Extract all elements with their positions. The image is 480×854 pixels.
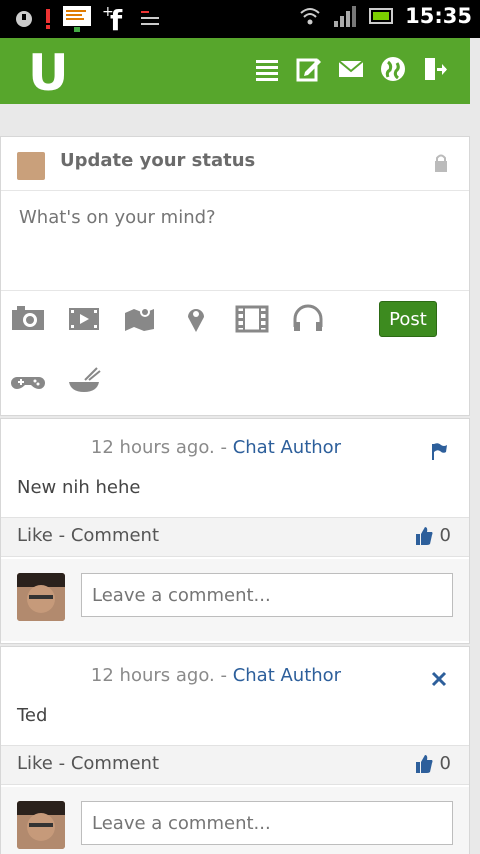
mail-icon[interactable] [338, 56, 364, 82]
post-text: Ted [17, 705, 48, 726]
post-text: New nih hehe [17, 477, 141, 498]
notification-icons: f + [14, 4, 160, 34]
globe-icon[interactable] [380, 56, 406, 82]
app-header: U [0, 38, 470, 104]
signal-icon [334, 6, 357, 27]
status-header: Update your status [1, 137, 469, 191]
wifi-icon [300, 8, 320, 25]
app-logo[interactable]: U [28, 44, 69, 102]
post-actions: Like - Comment 0 [1, 517, 469, 557]
silent-icon [16, 11, 32, 27]
alert-icon [46, 9, 50, 29]
like-count: 0 [439, 525, 451, 546]
comment-row [1, 787, 469, 854]
like-icon[interactable] [415, 754, 433, 774]
map-icon[interactable] [123, 303, 157, 333]
post-meta: 12 hours ago. - Chat Author [1, 437, 431, 458]
status-input[interactable] [1, 191, 469, 291]
like-count: 0 [439, 753, 451, 774]
video-icon[interactable] [67, 303, 101, 333]
feed-item: 12 hours ago. - Chat Author Ted Like - C… [0, 646, 470, 854]
post-author[interactable]: Chat Author [233, 665, 341, 686]
post-meta: 12 hours ago. - Chat Author [1, 665, 431, 686]
logout-icon[interactable] [422, 56, 448, 82]
tasks-icon [141, 11, 159, 25]
avatar [17, 801, 65, 849]
feed-item: 12 hours ago. - Chat Author New nih hehe… [0, 418, 470, 644]
status-composer: Update your status Post [0, 136, 470, 416]
headphones-icon[interactable] [291, 303, 325, 333]
comment-row [1, 559, 469, 641]
post-time: 12 hours ago [90, 665, 210, 686]
gamepad-icon[interactable] [11, 365, 45, 395]
food-icon[interactable] [67, 365, 101, 395]
battery-icon [369, 8, 394, 24]
menu-icon[interactable] [254, 56, 280, 82]
clock: 15:35 [405, 4, 472, 28]
flag-icon[interactable] [429, 441, 449, 461]
avatar [17, 152, 45, 180]
post-author[interactable]: Chat Author [233, 437, 341, 458]
close-icon[interactable] [429, 669, 449, 689]
status-title: Update your status [60, 150, 256, 171]
facebook-icon: f+ [100, 4, 132, 34]
like-comment-links[interactable]: Like - Comment [17, 525, 159, 546]
notes-icon [63, 6, 91, 32]
like-icon[interactable] [415, 526, 433, 546]
post-actions: Like - Comment 0 [1, 745, 469, 785]
post-time: 12 hours ago [90, 437, 210, 458]
comment-input[interactable] [81, 801, 453, 845]
meta-separator: . - [209, 665, 233, 686]
like-comment-links[interactable]: Like - Comment [17, 753, 159, 774]
avatar [17, 573, 65, 621]
post-button[interactable]: Post [379, 301, 437, 337]
svg-text:+: + [102, 4, 114, 20]
camera-icon[interactable] [11, 303, 45, 333]
compose-icon[interactable] [296, 56, 322, 82]
film-icon[interactable] [235, 303, 269, 333]
lock-icon[interactable] [433, 153, 449, 173]
comment-input[interactable] [81, 573, 453, 617]
system-indicators: 15:35 [299, 4, 472, 28]
meta-separator: . - [209, 437, 233, 458]
location-icon[interactable] [179, 303, 213, 333]
system-status-bar: f + 15:35 [0, 0, 480, 38]
header-nav [254, 56, 448, 82]
